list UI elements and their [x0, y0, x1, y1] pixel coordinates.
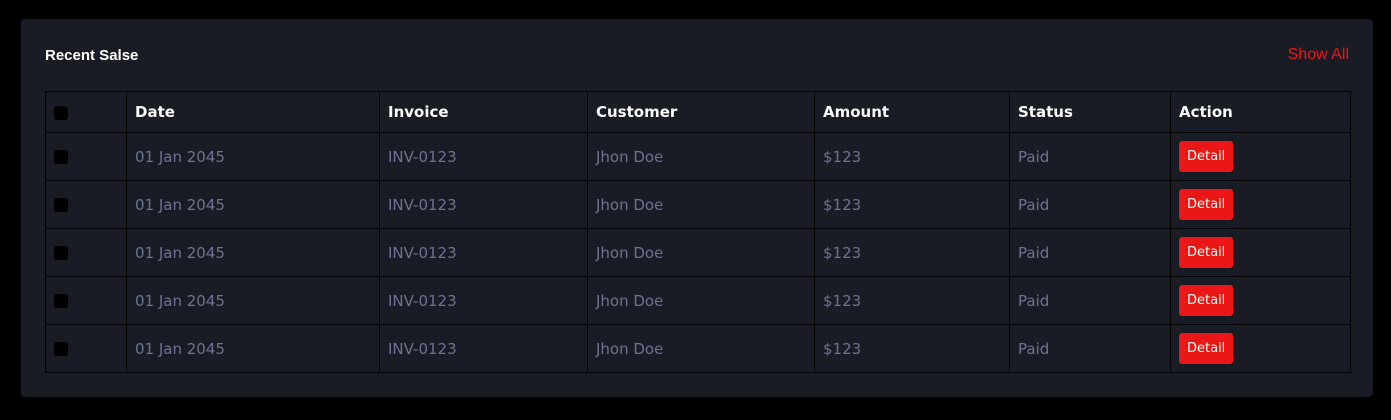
row-checkbox[interactable] — [54, 246, 68, 260]
action-cell: Detail — [1170, 276, 1351, 325]
select-all-checkbox[interactable] — [54, 105, 68, 120]
status-cell: Paid — [1009, 324, 1171, 373]
show-all-link[interactable]: Show All — [1288, 45, 1349, 65]
header-status: Status — [1009, 91, 1171, 133]
action-cell: Detail — [1170, 324, 1351, 373]
amount-cell: $123 — [814, 228, 1010, 277]
amount-cell: $123 — [814, 324, 1010, 373]
row-checkbox[interactable] — [54, 150, 68, 164]
status-cell: Paid — [1009, 180, 1171, 229]
row-checkbox[interactable] — [54, 198, 68, 212]
row-select-cell — [45, 276, 127, 325]
sales-table: Date Invoice Customer Amount Status Acti… — [45, 91, 1351, 373]
action-cell: Detail — [1170, 228, 1351, 277]
header-date: Date — [126, 91, 380, 133]
detail-button[interactable]: Detail — [1179, 141, 1234, 172]
status-cell: Paid — [1009, 276, 1171, 325]
header-invoice: Invoice — [379, 91, 588, 133]
card-header: Recent Salse Show All — [45, 19, 1349, 91]
row-select-cell — [45, 324, 127, 373]
customer-cell: Jhon Doe — [587, 132, 815, 181]
table-row: 01 Jan 2045 INV-0123 Jhon Doe $123 Paid … — [45, 276, 1351, 325]
detail-button[interactable]: Detail — [1179, 237, 1234, 268]
detail-button[interactable]: Detail — [1179, 333, 1234, 364]
date-cell: 01 Jan 2045 — [126, 276, 380, 325]
date-cell: 01 Jan 2045 — [126, 228, 380, 277]
action-cell: Detail — [1170, 132, 1351, 181]
invoice-cell: INV-0123 — [379, 324, 588, 373]
status-cell: Paid — [1009, 132, 1171, 181]
table-row: 01 Jan 2045 INV-0123 Jhon Doe $123 Paid … — [45, 228, 1351, 277]
header-amount: Amount — [814, 91, 1010, 133]
detail-button[interactable]: Detail — [1179, 189, 1234, 220]
table-row: 01 Jan 2045 INV-0123 Jhon Doe $123 Paid … — [45, 180, 1351, 229]
amount-cell: $123 — [814, 132, 1010, 181]
invoice-cell: INV-0123 — [379, 228, 588, 277]
header-action: Action — [1170, 91, 1351, 133]
row-select-cell — [45, 228, 127, 277]
customer-cell: Jhon Doe — [587, 276, 815, 325]
row-checkbox[interactable] — [54, 294, 68, 308]
customer-cell: Jhon Doe — [587, 324, 815, 373]
table-row: 01 Jan 2045 INV-0123 Jhon Doe $123 Paid … — [45, 132, 1351, 181]
amount-cell: $123 — [814, 276, 1010, 325]
date-cell: 01 Jan 2045 — [126, 132, 380, 181]
amount-cell: $123 — [814, 180, 1010, 229]
card-title: Recent Salse — [45, 47, 139, 64]
recent-sales-card: Recent Salse Show All Date Invoice Custo… — [21, 19, 1373, 397]
invoice-cell: INV-0123 — [379, 132, 588, 181]
customer-cell: Jhon Doe — [587, 180, 815, 229]
row-checkbox[interactable] — [54, 342, 68, 356]
date-cell: 01 Jan 2045 — [126, 180, 380, 229]
row-select-cell — [45, 132, 127, 181]
header-select-all — [45, 91, 127, 133]
date-cell: 01 Jan 2045 — [126, 324, 380, 373]
invoice-cell: INV-0123 — [379, 276, 588, 325]
header-customer: Customer — [587, 91, 815, 133]
row-select-cell — [45, 180, 127, 229]
table-header-row: Date Invoice Customer Amount Status Acti… — [45, 91, 1351, 133]
table-row: 01 Jan 2045 INV-0123 Jhon Doe $123 Paid … — [45, 324, 1351, 373]
detail-button[interactable]: Detail — [1179, 285, 1234, 316]
status-cell: Paid — [1009, 228, 1171, 277]
invoice-cell: INV-0123 — [379, 180, 588, 229]
customer-cell: Jhon Doe — [587, 228, 815, 277]
action-cell: Detail — [1170, 180, 1351, 229]
